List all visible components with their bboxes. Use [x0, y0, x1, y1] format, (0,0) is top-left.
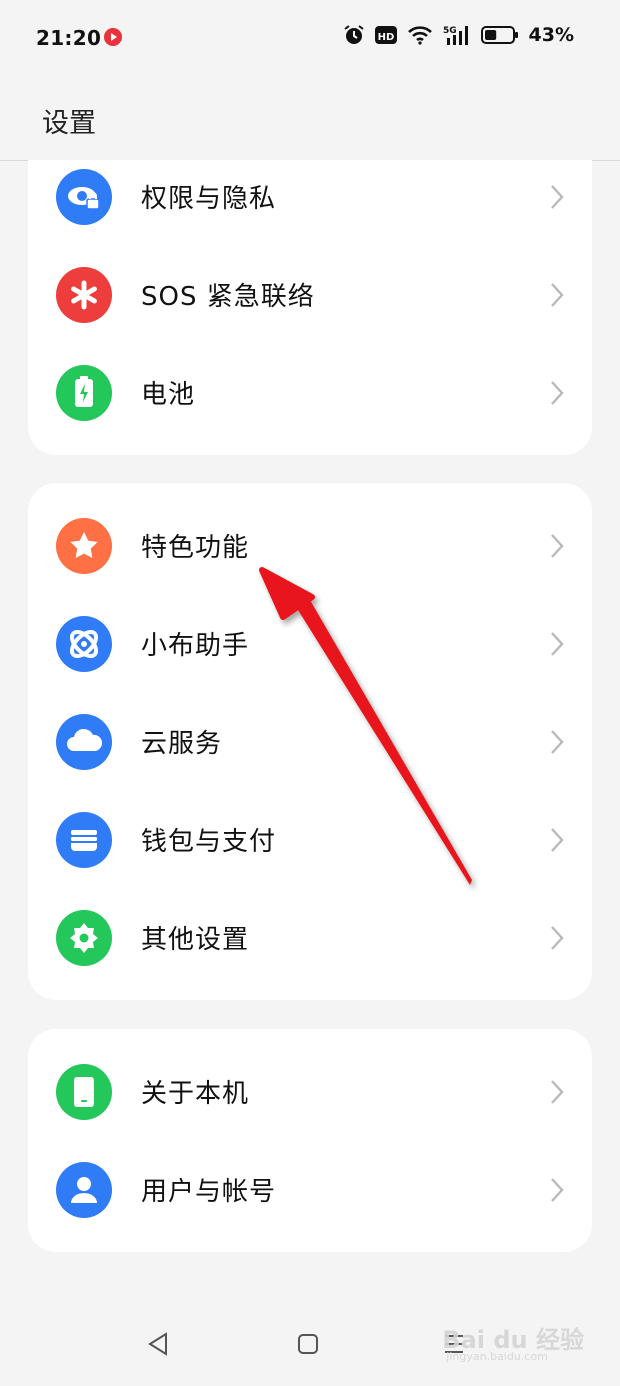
- signal-5g-icon: 5G: [443, 26, 468, 45]
- settings-item-label: 小布助手: [141, 631, 250, 661]
- star-icon: [56, 518, 112, 574]
- settings-group-1: 权限与隐私 SOS 紧急联络 电池: [28, 160, 592, 455]
- wifi-icon: [407, 26, 432, 45]
- chevron-right-icon: [551, 185, 564, 209]
- chevron-right-icon: [551, 283, 564, 307]
- chevron-right-icon: [551, 534, 564, 558]
- settings-item-privacy[interactable]: 权限与隐私: [28, 148, 592, 246]
- cloud-icon: [56, 714, 112, 770]
- settings-item-label: 特色功能: [141, 533, 250, 563]
- settings-item-features[interactable]: 特色功能: [28, 497, 592, 595]
- hd-icon: HD: [374, 26, 397, 44]
- settings-item-label: 关于本机: [141, 1079, 250, 1109]
- settings-item-accounts[interactable]: 用户与帐号: [28, 1141, 592, 1239]
- settings-item-cloud[interactable]: 云服务: [28, 693, 592, 791]
- watermark-url: jingyan.baidu.com: [446, 1350, 548, 1363]
- assistant-orbit-icon: [56, 616, 112, 672]
- chevron-right-icon: [551, 926, 564, 950]
- chevron-right-icon: [551, 1178, 564, 1202]
- chevron-right-icon: [551, 730, 564, 754]
- settings-item-label: 钱包与支付: [141, 827, 277, 857]
- settings-item-other[interactable]: 其他设置: [28, 889, 592, 987]
- settings-item-wallet[interactable]: 钱包与支付: [28, 791, 592, 889]
- svg-text:HD: HD: [377, 32, 394, 43]
- settings-item-battery[interactable]: 电池: [28, 344, 592, 442]
- wallet-icon: [56, 812, 112, 868]
- settings-group-3: 关于本机 用户与帐号: [28, 1029, 592, 1252]
- page-title: 设置: [42, 108, 96, 139]
- settings-item-label: 电池: [141, 380, 196, 410]
- back-icon[interactable]: [146, 1330, 170, 1358]
- home-icon[interactable]: [296, 1330, 320, 1358]
- settings-item-label: 权限与隐私: [141, 184, 277, 214]
- battery-icon: [480, 26, 518, 44]
- status-bar: 21:20 HD 5G 43%: [0, 0, 620, 76]
- settings-item-label: 其他设置: [141, 925, 250, 955]
- gear-icon: [56, 910, 112, 966]
- settings-item-assistant[interactable]: 小布助手: [28, 595, 592, 693]
- alarm-icon: [343, 25, 364, 44]
- status-icons: HD 5G 43%: [343, 24, 574, 46]
- settings-item-label: SOS 紧急联络: [141, 282, 315, 312]
- watermark: Bai du 经验 jingyan.baidu.com: [442, 1320, 584, 1363]
- settings-item-label: 用户与帐号: [141, 1177, 277, 1207]
- sos-asterisk-icon: [56, 267, 112, 323]
- chevron-right-icon: [551, 381, 564, 405]
- chevron-right-icon: [551, 828, 564, 852]
- recording-icon: [104, 28, 122, 46]
- status-time: 21:20: [36, 26, 102, 50]
- settings-item-about[interactable]: 关于本机: [28, 1043, 592, 1141]
- settings-group-2: 特色功能 小布助手 云服务 钱包与支付 其他设置: [28, 483, 592, 1000]
- settings-item-sos[interactable]: SOS 紧急联络: [28, 246, 592, 344]
- chevron-right-icon: [551, 632, 564, 656]
- privacy-eye-lock-icon: [56, 169, 112, 225]
- battery-percent: 43%: [528, 24, 574, 46]
- battery-charge-icon: [56, 365, 112, 421]
- chevron-right-icon: [551, 1080, 564, 1104]
- settings-item-label: 云服务: [141, 729, 223, 759]
- phone-icon: [56, 1064, 112, 1120]
- svg-text:5G: 5G: [443, 26, 457, 36]
- user-icon: [56, 1162, 112, 1218]
